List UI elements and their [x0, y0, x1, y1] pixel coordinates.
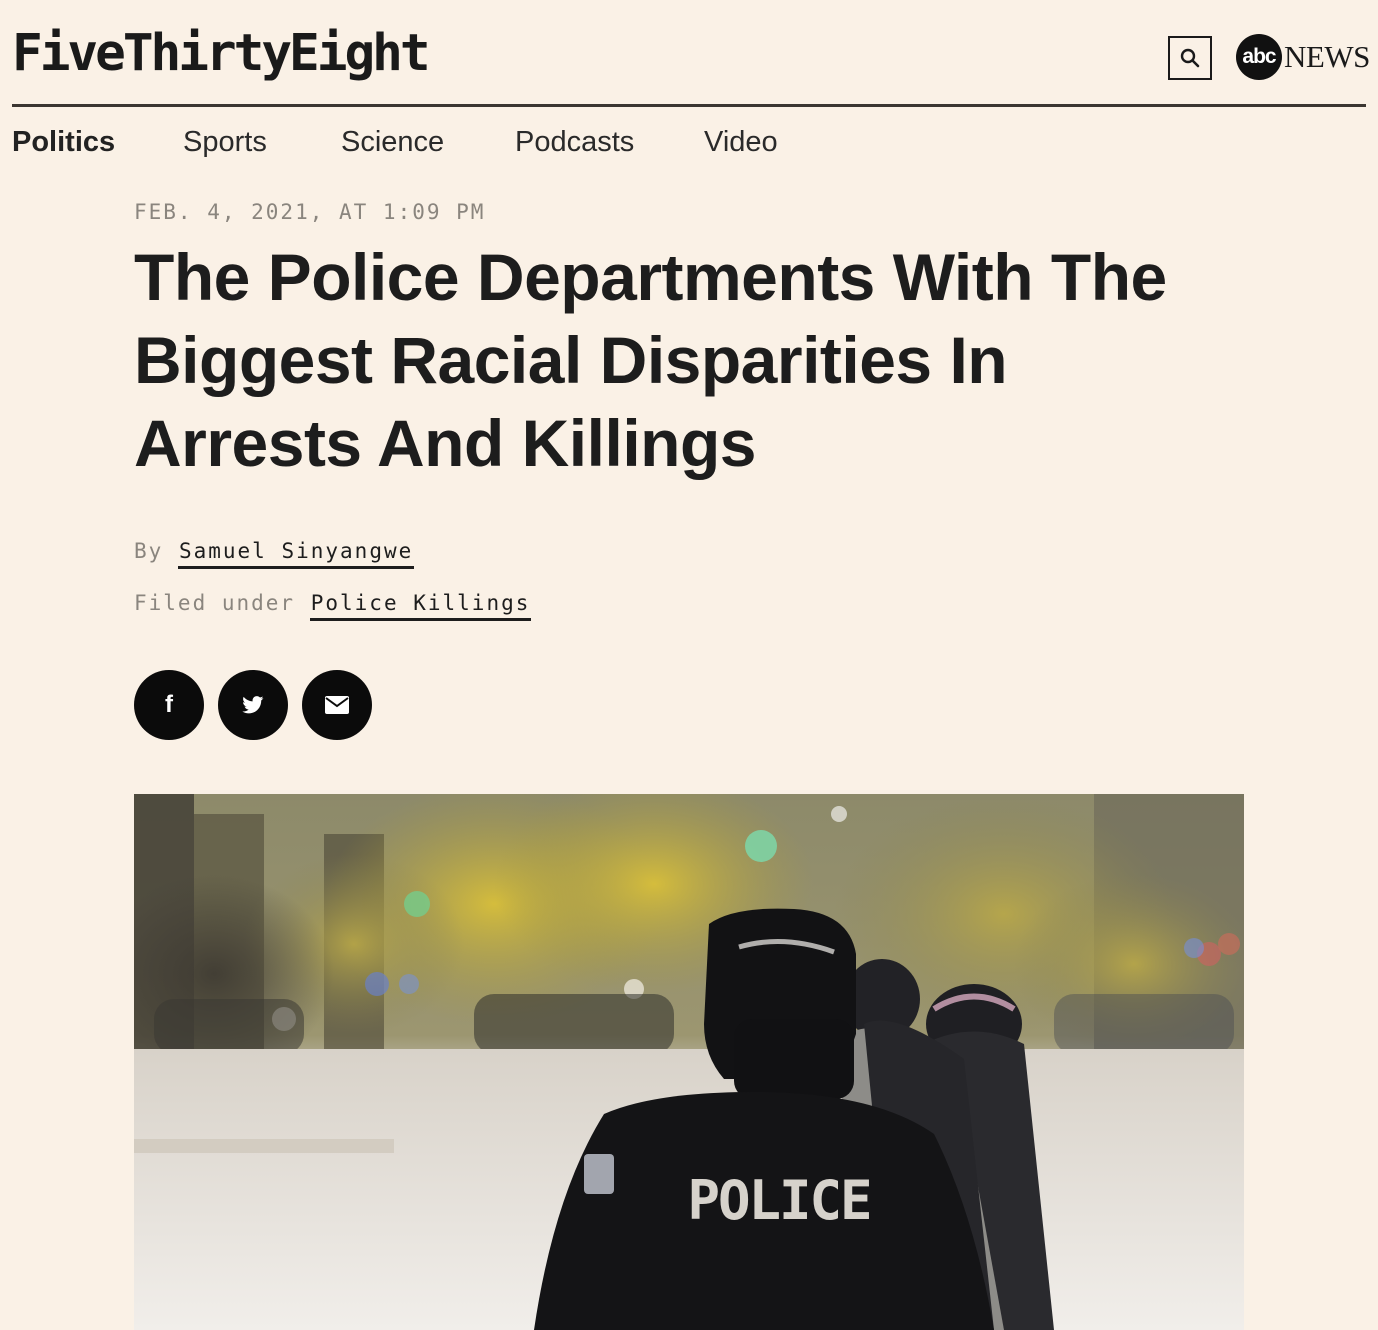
author-link[interactable]: Samuel Sinyangwe	[177, 539, 415, 569]
filed-under-prefix: Filed under	[134, 591, 296, 615]
topic-link[interactable]: Police Killings	[309, 591, 532, 621]
nav-item-podcasts[interactable]: Podcasts	[515, 126, 634, 159]
abc-logo-mark: abc	[1236, 34, 1282, 80]
byline: By Samuel Sinyangwe	[134, 539, 415, 569]
hero-image: POLICE	[134, 794, 1244, 1330]
facebook-icon: f	[165, 691, 173, 718]
nav-item-science[interactable]: Science	[341, 126, 444, 159]
nav-item-sports[interactable]: Sports	[183, 126, 267, 159]
nav-item-video[interactable]: Video	[704, 126, 778, 159]
article-headline: The Police Departments With The Biggest …	[134, 240, 1167, 480]
search-button[interactable]	[1168, 36, 1212, 80]
header-divider	[12, 104, 1366, 107]
news-wordmark: NEWS	[1284, 39, 1370, 74]
twitter-icon	[242, 696, 264, 714]
facebook-share-button[interactable]: f	[134, 670, 204, 740]
email-share-button[interactable]	[302, 670, 372, 740]
site-logo[interactable]: FiveThirtyEight	[12, 22, 431, 86]
twitter-share-button[interactable]	[218, 670, 288, 740]
article-dateline: FEB. 4, 2021, AT 1:09 PM	[134, 200, 486, 224]
nav-item-politics[interactable]: Politics	[12, 126, 115, 159]
email-icon	[325, 696, 349, 714]
hero-photo-illustration: POLICE	[134, 794, 1244, 1330]
abc-news-logo[interactable]: abc NEWS	[1236, 33, 1370, 81]
hero-police-text: POLICE	[687, 1169, 870, 1232]
search-icon	[1180, 48, 1200, 68]
filed-under: Filed under Police Killings	[134, 591, 532, 621]
byline-prefix: By	[134, 539, 164, 563]
